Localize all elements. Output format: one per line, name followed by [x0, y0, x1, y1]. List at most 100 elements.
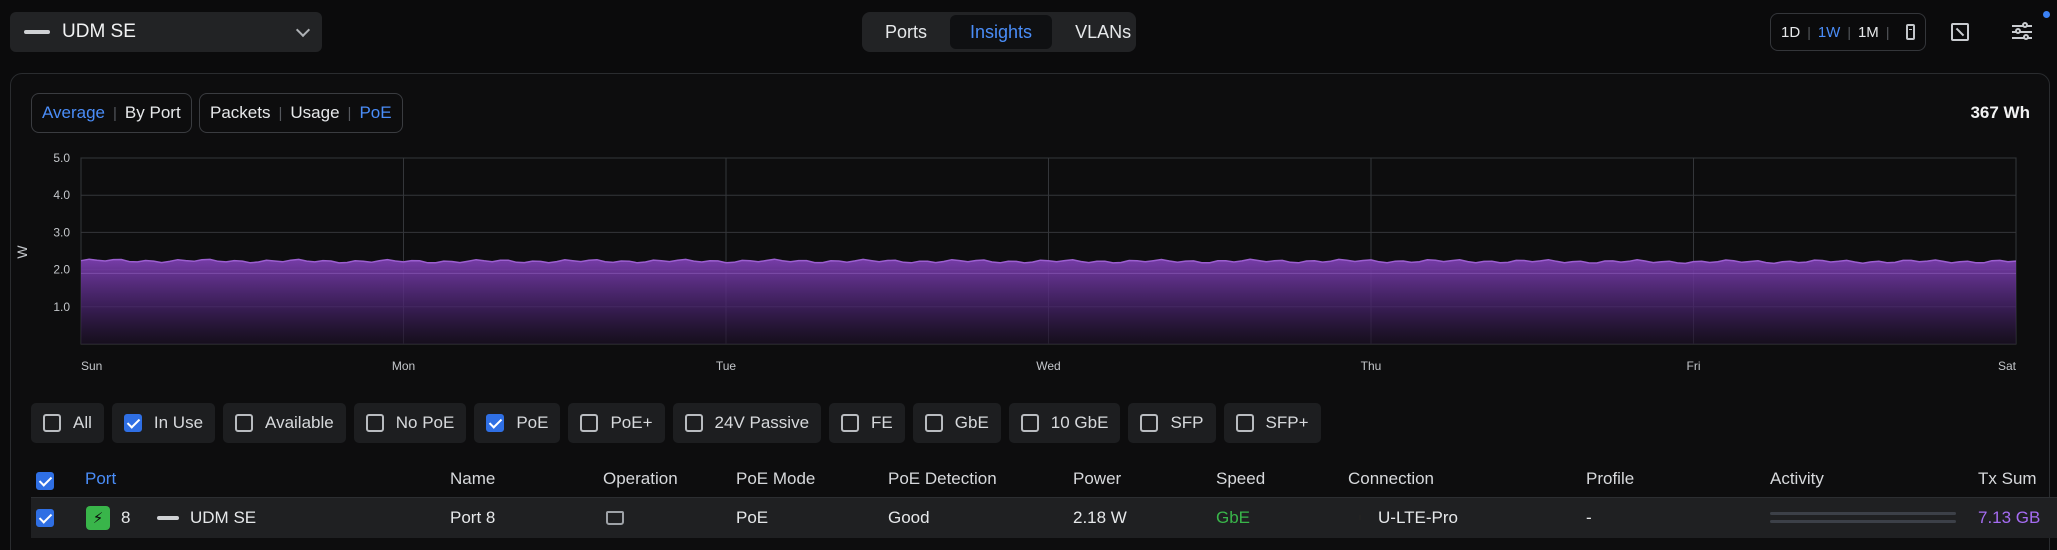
filter-label: 10 GbE: [1050, 413, 1109, 432]
device-icon: [24, 30, 50, 34]
header-operation[interactable]: Operation: [603, 469, 678, 489]
x-tick-label: Wed: [1036, 359, 1060, 373]
filter-checkbox[interactable]: [1235, 414, 1254, 432]
calendar-icon[interactable]: [1906, 24, 1915, 40]
device-selector[interactable]: UDM SE: [10, 12, 322, 52]
time-range-selector: 1D | 1W | 1M |: [1770, 13, 1926, 51]
header-tx-sum[interactable]: Tx Sum: [1978, 469, 2037, 489]
notification-dot: [2043, 11, 2050, 18]
row-port: 8: [121, 508, 131, 527]
poe-chart-svg: 1.0 2.0 3.0 4.0 5.0 Sun Mon Tue Wed Thu Fri Sat W: [14, 151, 2017, 373]
row-speed: GbE: [1216, 508, 1251, 527]
metric-poe[interactable]: PoE: [359, 103, 391, 123]
filter-poe[interactable]: PoE+: [568, 403, 665, 443]
filter-all[interactable]: All: [31, 403, 104, 443]
filter-row: All In Use Available No PoE PoE PoE+ 24V Passi…: [31, 403, 1321, 443]
filter-checkbox[interactable]: [684, 414, 703, 432]
filter-checkbox[interactable]: [235, 414, 254, 432]
y-tick-label: 1.0: [53, 300, 70, 314]
operation-icon: [606, 511, 624, 525]
y-tick-label: 5.0: [53, 151, 70, 165]
filter-checkbox[interactable]: [924, 414, 943, 432]
range-1w[interactable]: 1W: [1818, 24, 1841, 41]
row-device: UDM SE: [190, 508, 257, 527]
mode-average[interactable]: Average: [42, 103, 105, 123]
row-connection: U-LTE-Pro: [1378, 508, 1458, 527]
device-icon: [157, 516, 179, 520]
filter-fe[interactable]: FE: [829, 403, 905, 443]
total-energy: 367 Wh: [1970, 103, 2030, 122]
filter-poe[interactable]: PoE: [474, 403, 561, 443]
filter-label: FE: [871, 413, 893, 432]
metric-toggle: Packets | Usage | PoE: [199, 93, 403, 133]
filter-sfp[interactable]: SFP: [1128, 403, 1216, 443]
range-1d[interactable]: 1D: [1781, 24, 1800, 41]
filter-label: 24V Passive: [714, 413, 810, 432]
filter-checkbox[interactable]: [1140, 414, 1159, 432]
mode-by-port[interactable]: By Port: [125, 103, 181, 123]
row-power: 2.18 W: [1073, 508, 1127, 527]
header-port[interactable]: Port: [85, 469, 116, 489]
filter-checkbox[interactable]: [1020, 414, 1039, 432]
y-tick-label: 2.0: [53, 263, 70, 277]
tab-ports[interactable]: Ports: [865, 15, 947, 49]
filter-10-gbe[interactable]: 10 GbE: [1008, 403, 1121, 443]
row-checkbox[interactable]: [36, 509, 54, 527]
filter-in-use[interactable]: In Use: [111, 403, 216, 443]
row-name: Port 8: [450, 508, 496, 527]
filter-label: No PoE: [395, 413, 455, 432]
filter-label: PoE: [516, 413, 549, 432]
y-tick-label: 4.0: [53, 188, 70, 202]
expand-icon: [1951, 23, 1969, 41]
y-tick-label: 3.0: [53, 225, 70, 239]
tab-vlans[interactable]: VLANs: [1055, 15, 1151, 49]
row-tx-sum: 7.13 GB: [1978, 508, 2041, 527]
filter-available[interactable]: Available: [223, 403, 346, 443]
filter-checkbox[interactable]: [486, 414, 505, 432]
filter-label: All: [73, 413, 92, 432]
filter-checkbox[interactable]: [365, 414, 384, 432]
filter-gbe[interactable]: GbE: [912, 403, 1001, 443]
filter-checkbox[interactable]: [580, 414, 599, 432]
select-all-checkbox[interactable]: [36, 472, 54, 490]
settings-button[interactable]: [2008, 18, 2036, 46]
filter-label: SFP+: [1265, 413, 1309, 432]
filter-checkbox[interactable]: [123, 414, 142, 432]
tab-insights[interactable]: Insights: [950, 15, 1053, 49]
row-poe-detection: Good: [888, 508, 930, 527]
filter-24v-passive[interactable]: 24V Passive: [672, 403, 822, 443]
poe-chart: 1.0 2.0 3.0 4.0 5.0 Sun Mon Tue Wed Thu Fri Sat W: [0, 140, 2057, 380]
filter-label: In Use: [153, 413, 204, 432]
header-name[interactable]: Name: [450, 469, 495, 489]
header-speed[interactable]: Speed: [1216, 469, 1265, 489]
filter-label: Available: [265, 413, 334, 432]
metric-usage[interactable]: Usage: [290, 103, 339, 123]
header-power[interactable]: Power: [1073, 469, 1121, 489]
filter-label: SFP: [1170, 413, 1204, 432]
activity-bar: [1770, 512, 1956, 528]
filter-no-poe[interactable]: No PoE: [353, 403, 467, 443]
filter-checkbox[interactable]: [841, 414, 860, 432]
range-1m[interactable]: 1M: [1858, 24, 1879, 41]
expand-button[interactable]: [1946, 18, 1974, 46]
row-profile: -: [1586, 508, 1592, 527]
filter-label: PoE+: [610, 413, 653, 432]
x-tick-label: Thu: [1361, 359, 1382, 373]
row-poe-mode: PoE: [736, 508, 769, 527]
metric-packets[interactable]: Packets: [210, 103, 270, 123]
filter-label: GbE: [954, 413, 989, 432]
chevron-down-icon: [295, 22, 311, 37]
table-row[interactable]: ⚡ 8 UDM SE Port 8 PoE Good 2.18 W GbE U-…: [31, 497, 2057, 538]
header-activity[interactable]: Activity: [1770, 469, 1824, 489]
filter-sfp[interactable]: SFP+: [1223, 403, 1321, 443]
header-poe-detection[interactable]: PoE Detection: [888, 469, 997, 489]
device-name: UDM SE: [62, 21, 136, 42]
table-header: Port Name Operation PoE Mode PoE Detecti…: [0, 463, 2057, 497]
x-tick-label: Fri: [1687, 359, 1701, 373]
header-profile[interactable]: Profile: [1586, 469, 1634, 489]
poe-lightning-icon: ⚡: [86, 506, 110, 530]
view-tabs: Ports Insights VLANs: [862, 12, 1136, 52]
header-poe-mode[interactable]: PoE Mode: [736, 469, 815, 489]
header-connection[interactable]: Connection: [1348, 469, 1434, 489]
filter-checkbox[interactable]: [43, 414, 61, 432]
